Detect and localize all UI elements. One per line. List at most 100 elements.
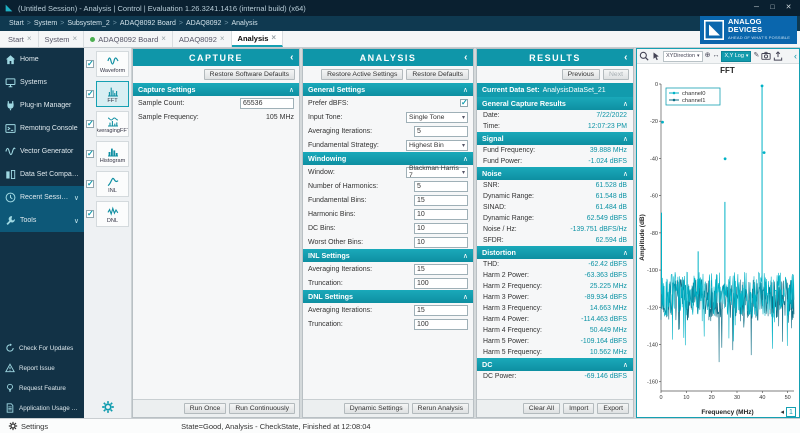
run-once-button[interactable]: Run Once [184, 403, 227, 414]
section-header-inl-settings[interactable]: INL Settings∧ [303, 249, 473, 262]
prefer-dbfs-checkbox[interactable] [460, 99, 468, 107]
truncation-input[interactable] [414, 319, 468, 330]
page-number[interactable]: 1 [786, 407, 796, 417]
sidebar-item-check-for-updates[interactable]: Check For Updates [0, 338, 84, 358]
rail-item-fft[interactable]: FFT [84, 81, 131, 107]
sidebar-item-application-usage-logging[interactable]: Application Usage Logging [0, 398, 84, 418]
rail-item-inl[interactable]: INL [84, 171, 131, 197]
pointer-icon[interactable] [651, 51, 661, 61]
sidebar-item-vector-generator[interactable]: Vector Generator [0, 140, 84, 163]
rail-item-dnl[interactable]: DNL [84, 201, 131, 227]
collapse-capture-icon[interactable]: ‹ [290, 50, 295, 65]
section-header-dnl-settings[interactable]: DNL Settings∧ [303, 290, 473, 303]
sidebar-item-recent-sessions[interactable]: Recent Sessions∨ [0, 186, 84, 209]
tab-close-icon[interactable]: × [271, 34, 276, 42]
next-button[interactable]: Next [603, 69, 629, 80]
minimize-button[interactable]: ─ [749, 1, 764, 15]
results-section-header-signal[interactable]: Signal∧ [477, 132, 633, 145]
breadcrumb-item-system[interactable]: System [31, 20, 60, 27]
capture-settings-section-header[interactable]: Capture Settings ∧ [133, 83, 299, 96]
sidebar-item-home[interactable]: Home [0, 48, 84, 71]
rail-checkbox-fft[interactable] [86, 90, 94, 98]
collapse-chart-icon[interactable]: ‹ [794, 51, 797, 61]
rail-checkbox-averagingfft[interactable] [86, 120, 94, 128]
breadcrumb-item-adaq8092-board[interactable]: ADAQ8092 Board [117, 20, 179, 27]
sidebar-item-request-feature[interactable]: Request Feature [0, 378, 84, 398]
settings-gear-icon[interactable] [8, 421, 18, 431]
rail-checkbox-inl[interactable] [86, 180, 94, 188]
breadcrumb-item-start[interactable]: Start [6, 20, 27, 27]
import-button[interactable]: Import [563, 403, 594, 414]
maximize-button[interactable]: □ [765, 1, 780, 15]
tab-adaq8092-board[interactable]: ADAQ8092 Board× [84, 31, 173, 47]
previous-button[interactable]: Previous [562, 69, 600, 80]
page-arrow-icon[interactable]: ◂ [780, 408, 784, 416]
tab-start[interactable]: Start× [2, 31, 39, 47]
tab-close-icon[interactable]: × [220, 35, 225, 43]
averaging-iterations-input[interactable] [414, 264, 468, 275]
xy-direction-dropdown[interactable]: XYDirection ▾ [663, 51, 703, 62]
rail-item-histogram[interactable]: Histogram [84, 141, 131, 167]
number-of-harmonics-input[interactable] [414, 181, 468, 192]
run-continuously-button[interactable]: Run Continuously [229, 403, 295, 414]
worst-other-bins-input[interactable] [414, 237, 468, 248]
fundamental-strategy-select[interactable]: Highest Bin▾ [406, 140, 468, 151]
sidebar-item-tools[interactable]: Tools∨ [0, 209, 84, 232]
collapse-analysis-icon[interactable]: ‹ [464, 50, 469, 65]
input-tone-select[interactable]: Single Tone▾ [406, 112, 468, 123]
tab-analysis[interactable]: Analysis× [232, 31, 284, 47]
breadcrumb-item-subsystem-2[interactable]: Subsystem_2 [64, 20, 112, 27]
close-button[interactable]: ✕ [781, 1, 796, 15]
averaging-iterations-input[interactable] [414, 305, 468, 316]
section-header-general-settings[interactable]: General Settings∧ [303, 83, 473, 96]
annotate-icon[interactable]: ✎ [753, 51, 759, 61]
sample-count-input[interactable] [240, 98, 294, 109]
results-section-header-distortion[interactable]: Distortion∧ [477, 246, 633, 259]
sidebar-item-data-set-comparison[interactable]: Data Set Comparison [0, 163, 84, 186]
pan-icon[interactable]: ↔ [712, 51, 719, 61]
truncation-input[interactable] [414, 278, 468, 289]
tab-adaq8092[interactable]: ADAQ8092× [173, 31, 232, 47]
rail-item-waveform[interactable]: Waveform [84, 51, 131, 77]
rail-item-averagingfft[interactable]: AveragingFFT [84, 111, 131, 137]
export-button[interactable]: Export [597, 403, 629, 414]
zoom-icon[interactable] [639, 51, 649, 61]
dc-bins-input[interactable] [414, 223, 468, 234]
fundamental-bins-input[interactable] [414, 195, 468, 206]
export-image-icon[interactable] [773, 51, 783, 61]
dynamic-settings-button[interactable]: Dynamic Settings [344, 403, 409, 414]
tab-system[interactable]: System× [39, 31, 85, 47]
breadcrumb-item-analysis[interactable]: Analysis [229, 20, 261, 27]
rail-checkbox-histogram[interactable] [86, 150, 94, 158]
analysis-settings-gear-icon[interactable] [101, 400, 115, 414]
breadcrumb-item-adaq8092[interactable]: ADAQ8092 [183, 20, 224, 27]
snapshot-icon[interactable] [761, 51, 771, 61]
restore-software-defaults-button[interactable]: Restore Software Defaults [204, 69, 295, 80]
sidebar-item-plug-in-manager[interactable]: Plug-in Manager [0, 94, 84, 117]
harmonic-bins-input[interactable] [414, 209, 468, 220]
window-select[interactable]: Blackman Harris 7▾ [406, 167, 468, 178]
rail-checkbox-waveform[interactable] [86, 60, 94, 68]
tab-close-icon[interactable]: × [27, 35, 32, 43]
fit-view-icon[interactable]: ⊕ [705, 51, 711, 61]
rail-checkbox-dnl[interactable] [86, 210, 94, 218]
tab-close-icon[interactable]: × [73, 35, 78, 43]
results-section-header-general-capture-results[interactable]: General Capture Results∧ [477, 97, 633, 110]
sidebar-item-remoting-console[interactable]: Remoting Console [0, 117, 84, 140]
fft-plot[interactable]: 0-20-40-60-80-100-120-140-16001020304050… [637, 64, 799, 417]
sidebar-item-report-issue[interactable]: Report Issue [0, 358, 84, 378]
rerun-analysis-button[interactable]: Rerun Analysis [412, 403, 469, 414]
section-header-windowing[interactable]: Windowing∧ [303, 152, 473, 165]
settings-label[interactable]: Settings [21, 422, 48, 431]
rail-item-label: AveragingFFT [96, 128, 129, 134]
restore-defaults-button[interactable]: Restore Defaults [406, 69, 469, 80]
sidebar-item-systems[interactable]: Systems [0, 71, 84, 94]
restore-active-settings-button[interactable]: Restore Active Settings [321, 69, 403, 80]
collapse-results-icon[interactable]: ‹ [624, 50, 629, 65]
averaging-iterations-input[interactable] [414, 126, 468, 137]
clear-all-button[interactable]: Clear All [523, 403, 560, 414]
axis-scale-dropdown[interactable]: X,Y Log ▾ [721, 51, 751, 62]
results-section-header-noise[interactable]: Noise∧ [477, 167, 633, 180]
results-section-header-dc[interactable]: DC∧ [477, 358, 633, 371]
tab-close-icon[interactable]: × [161, 35, 166, 43]
